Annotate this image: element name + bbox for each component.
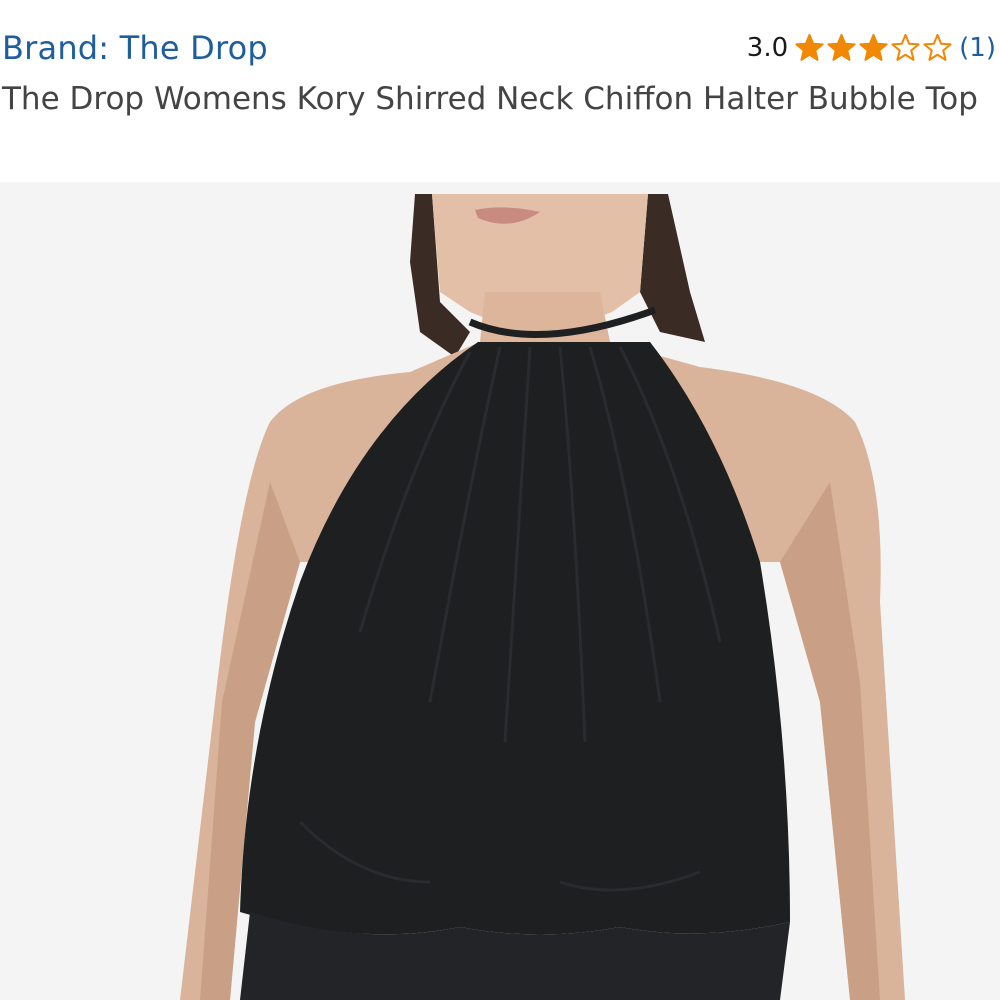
star-rating: [794, 33, 953, 63]
review-count-link[interactable]: (1): [959, 33, 996, 63]
star-empty-icon: [891, 33, 920, 61]
product-header: Brand: The Drop 3.0 (1) The Drop Womens …: [0, 0, 1000, 182]
star-filled-icon: [827, 33, 856, 61]
rating-value: 3.0: [746, 33, 789, 63]
brand-link[interactable]: Brand: The Drop: [2, 29, 268, 67]
product-title: The Drop Womens Kory Shirred Neck Chiffo…: [2, 81, 978, 117]
product-detail-page: Brand: The Drop 3.0 (1) The Drop Womens …: [0, 0, 1000, 1000]
product-image[interactable]: [0, 182, 1000, 1000]
star-filled-icon: [859, 33, 888, 61]
rating-summary[interactable]: 3.0 (1): [747, 30, 996, 66]
star-filled-icon: [795, 33, 824, 61]
star-empty-icon: [923, 33, 952, 61]
product-photo: [0, 182, 1000, 1000]
